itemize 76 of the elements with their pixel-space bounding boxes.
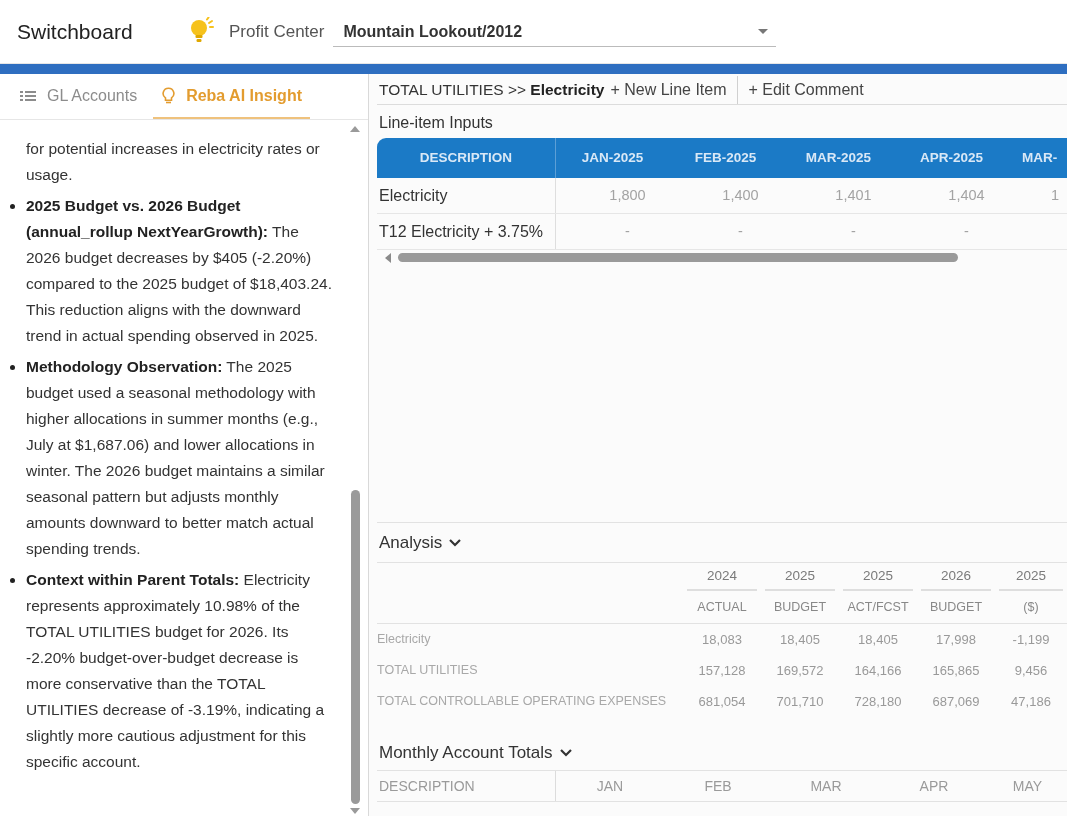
scrollbar-thumb[interactable] [398,253,958,262]
bullet-icon [10,578,15,583]
table-cell-text: 728,180 [853,692,903,711]
table-cell-text: 157,128 [697,661,747,680]
column-header: ($) [1022,598,1040,616]
table-cell-text: 164,166 [853,661,903,680]
column-header: DESCRIPTION [377,138,556,178]
column-group-header: 2025 [765,563,835,591]
row-label: TOTAL UTILITIES [377,662,479,680]
table-cell-text: 18,405 [779,630,821,649]
lightbulb-icon [162,87,176,104]
list-icon [20,89,36,102]
table-cell-text: 1,401 [834,185,873,205]
field-label: Profit Center [229,21,325,44]
lightbulb-icon [189,17,214,43]
breadcrumb-text: TOTAL UTILITIES >> Electricity [378,80,606,101]
section-toggle[interactable]: Analysis [377,529,462,556]
caret-icon [758,29,769,34]
section-title: Line-item Inputs [378,113,494,133]
column-header: BUDGET [772,598,828,616]
action-link[interactable]: + New Line Item [608,76,738,104]
scroll-down-arrow-icon[interactable] [350,808,360,814]
table-cell-text: 1,400 [721,185,760,205]
column-header: ACTUAL [696,598,748,616]
profit-center-select[interactable]: Mountain Lookout/2012 [333,17,777,47]
app-title: Switchboard [17,19,134,46]
insight-text: for potential increases in electricity rates or usage. [26,139,321,185]
table-cell-text: 169,572 [775,661,825,680]
column-header: BUDGET [928,598,984,616]
scrollbar-thumb[interactable] [350,490,360,804]
column-header: FEB-2025 [693,148,758,167]
table-cell-text: 18,083 [701,630,743,649]
action-link[interactable]: + Edit Comment [746,76,874,104]
table-cell-text: 9,456 [1013,661,1049,680]
bullet-icon [10,204,15,209]
column-header: JAN-2025 [580,148,645,167]
bullet-icon [10,365,15,370]
table-cell-text: 701,710 [775,692,825,711]
insight-bullet-text: Methodology Observation: The 2025 budget used a seasonal methodology with higher allocations in summer months (e.g., July at $1,687.06) and lower allocations in winter. The 2026 budget maintains a similar seasonal pattern but adjusts monthly amounts downward to better match actual spending trends. [26,357,326,559]
column-header: APR-2025 [919,148,984,167]
column-header: MAR-2025 [804,148,873,167]
table-cell-text: - [737,221,744,241]
table-cell-text: 1 [1050,185,1061,205]
insight-bullet-text: 2025 Budget vs. 2026 Budget (annual_rollup NextYearGrowth): The 2026 budget decreases by $405 (-2.20%) compared to the 2025 budget of $18,403.24. This reduction aligns with the downward trend in actual spending observed in 2025. [26,196,333,346]
row-label: T12 Electricity + 3.75% [377,214,556,249]
column-group-header: 2025 [999,563,1063,591]
column-header: JAN [595,776,625,796]
insight-bullet-text: Context within Parent Totals: Electricity represents approximately 10.98% of the TOTAL UTILITIES budget for 2026. Its -2.20% budget-over-budget decrease is more conservative than the TOTAL UTILITIES decrease of -3.19%, indicating a slightly more cautious adjustment for this specific account. [26,570,326,772]
table-cell-text: - [850,221,857,241]
table-cell-text: 47,186 [1010,692,1052,711]
table-cell-text: - [963,221,970,241]
column-header: MAR [809,776,843,796]
column-header: ACT/FCST [846,598,910,616]
table-cell-text: 687,069 [931,692,981,711]
section-toggle[interactable]: Monthly Account Totals [377,739,572,766]
table-cell-text: 1,800 [608,185,647,205]
table-cell-text: - [624,221,631,241]
column-group-header: 2026 [921,563,991,591]
row-label: TOTAL CONTROLLABLE OPERATING EXPENSES [377,693,668,711]
table-cell-text: 18,405 [857,630,899,649]
column-header: DESCRIPTION [377,771,556,801]
column-group-header: 2025 [843,563,913,591]
scroll-left-arrow-icon[interactable] [385,252,391,263]
row-label: Electricity [377,178,556,213]
column-header: MAR- [1021,148,1059,167]
table-cell-text: 17,998 [935,630,977,649]
table-cell-text: 165,865 [931,661,981,680]
row-label: Electricity [377,631,432,649]
column-header: APR [918,776,950,796]
column-header: FEB [703,776,733,796]
table-cell-text: 1,404 [947,185,986,205]
column-header: MAY [1011,776,1044,796]
table-cell-text: -1,199 [1011,630,1051,649]
table-cell-text: 681,054 [697,692,747,711]
column-group-header: 2024 [687,563,757,591]
scroll-up-arrow-icon[interactable] [350,126,360,132]
